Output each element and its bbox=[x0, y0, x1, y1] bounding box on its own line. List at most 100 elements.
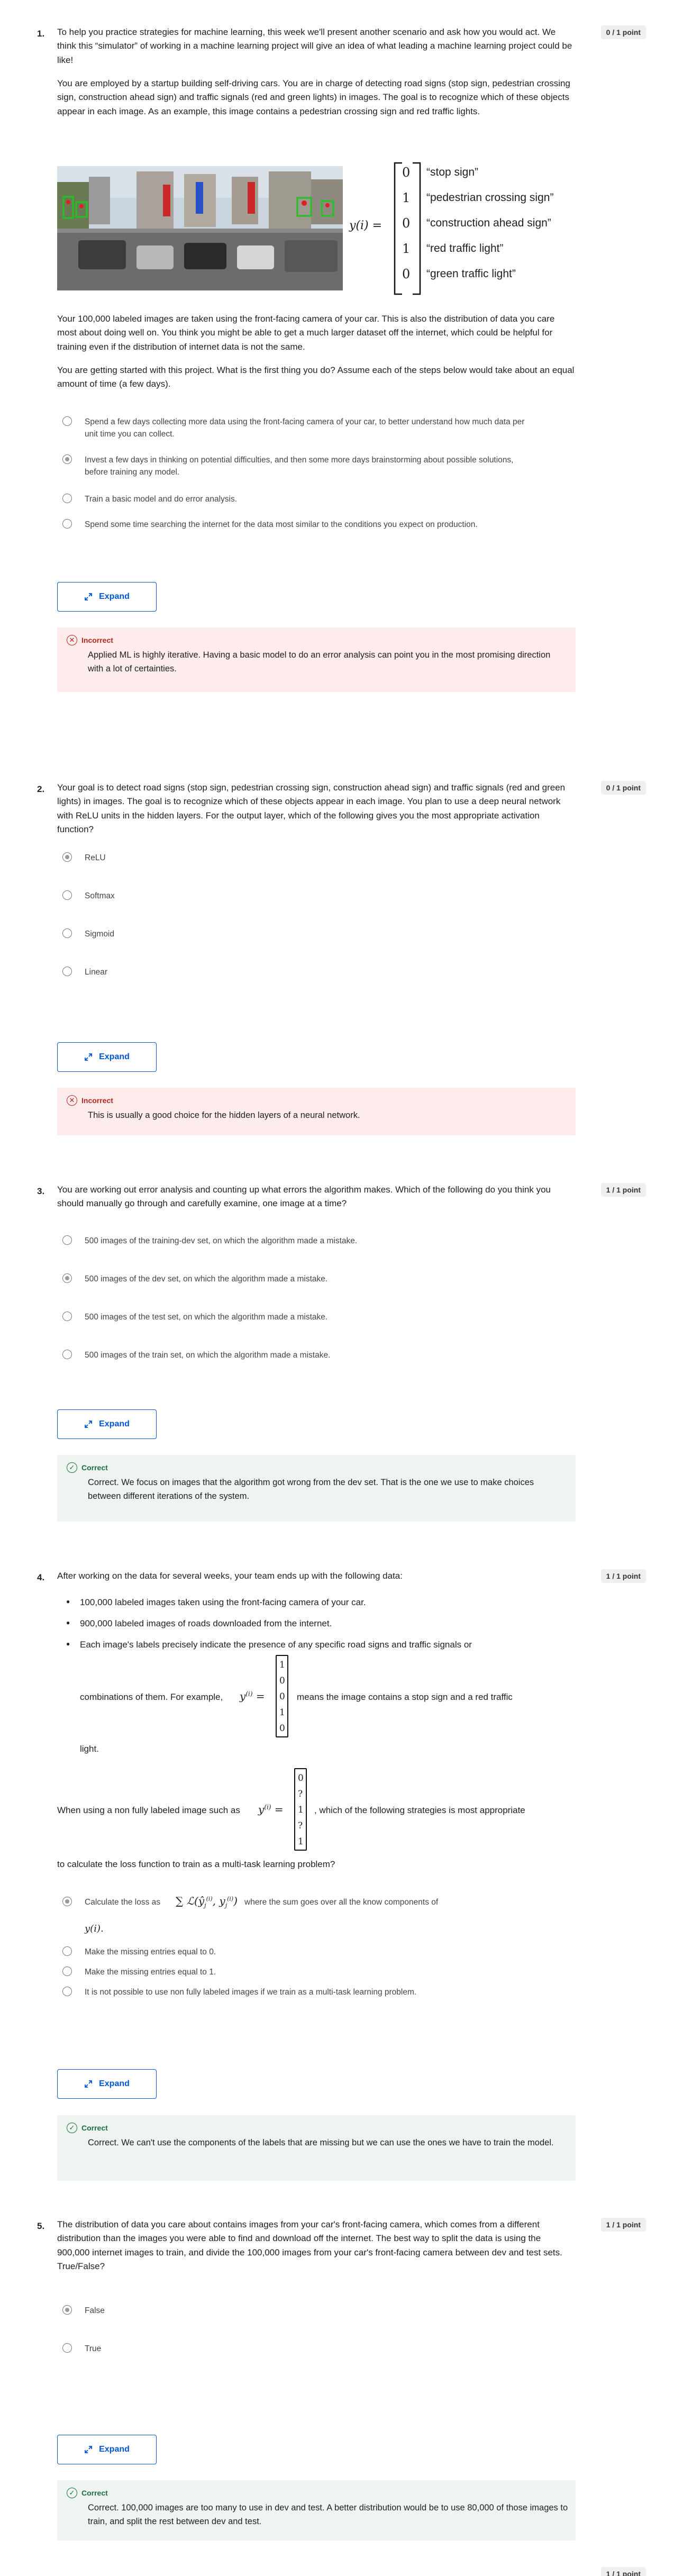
option-4[interactable]: Spend some time searching the internet f… bbox=[62, 518, 530, 531]
option-2[interactable]: Invest a few days in thinking on potenti… bbox=[62, 454, 530, 479]
question-number: 2. bbox=[37, 784, 45, 794]
radio-button[interactable] bbox=[62, 1967, 72, 1976]
usage-text-pre: When using a non fully labeled image suc… bbox=[57, 1805, 240, 1815]
option-1[interactable]: Spend a few days collecting more data us… bbox=[62, 416, 530, 441]
radio-button-selected[interactable] bbox=[62, 852, 72, 862]
task-text: You are getting started with this projec… bbox=[57, 365, 575, 389]
question-prompt: To help you practice strategies for mach… bbox=[57, 25, 576, 128]
example-line: combinations of them. For example, y(i) … bbox=[80, 1655, 582, 1740]
expand-button[interactable]: Expand bbox=[57, 2435, 157, 2464]
option-3[interactable]: 500 images of the test set, on which the… bbox=[62, 1311, 530, 1323]
question-number: 5. bbox=[37, 2221, 45, 2231]
feedback-status: Correct bbox=[81, 2124, 108, 2132]
radio-button[interactable] bbox=[62, 929, 72, 938]
option-label: Softmax bbox=[85, 891, 115, 900]
feedback-correct: ✓ Correct Correct. We can't use the comp… bbox=[57, 2115, 576, 2181]
radio-button-selected[interactable] bbox=[62, 2305, 72, 2315]
expand-label: Expand bbox=[99, 1419, 130, 1428]
option-2[interactable]: 500 images of the dev set, on which the … bbox=[62, 1273, 530, 1285]
vector-value: 1 bbox=[298, 1836, 304, 1847]
question-number: 4. bbox=[37, 1572, 45, 1582]
feedback-status: Correct bbox=[81, 2489, 108, 2497]
option-label: Calculate the loss as bbox=[85, 1898, 161, 1907]
feedback-incorrect: ✕ Incorrect Applied ML is highly iterati… bbox=[57, 627, 576, 692]
label-name: “green traffic light” bbox=[426, 268, 516, 280]
feedback-status: Correct bbox=[81, 1463, 108, 1472]
feedback-status: Incorrect bbox=[81, 636, 113, 644]
option-2[interactable]: Softmax bbox=[62, 890, 530, 902]
option-1[interactable]: ReLU bbox=[62, 852, 530, 864]
vector-value: 1 bbox=[279, 1660, 285, 1670]
expand-arrows-icon bbox=[85, 2080, 92, 2088]
option-1[interactable]: Calculate the loss as ∑ ℒ(ŷj(i), yj(i)) … bbox=[62, 1895, 530, 1938]
radio-button[interactable] bbox=[62, 519, 72, 529]
label-value: 0 bbox=[402, 216, 411, 231]
radio-button[interactable] bbox=[62, 1946, 72, 1956]
option-label: 500 images of the train set, on which th… bbox=[85, 1351, 331, 1360]
option-3[interactable]: Make the missing entries equal to 1. bbox=[62, 1966, 530, 1978]
question-prompt-continued: Your 100,000 labeled images are taken us… bbox=[57, 312, 576, 401]
vector-value: 0 bbox=[279, 1691, 285, 1702]
vector-value: 0 bbox=[279, 1723, 285, 1734]
usage-line: When using a non fully labeled image suc… bbox=[57, 1768, 586, 1853]
option-label: It is not possible to use non fully labe… bbox=[85, 1988, 417, 1997]
option-4[interactable]: 500 images of the train set, on which th… bbox=[62, 1349, 530, 1361]
radio-button-selected[interactable] bbox=[62, 454, 72, 464]
radio-button[interactable] bbox=[62, 416, 72, 426]
radio-button[interactable] bbox=[62, 1987, 72, 1996]
feedback-correct: ✓ Correct Correct. We focus on images th… bbox=[57, 1455, 576, 1522]
radio-button-selected[interactable] bbox=[62, 1897, 72, 1906]
radio-button[interactable] bbox=[62, 967, 72, 976]
radio-button[interactable] bbox=[62, 494, 72, 503]
expand-button[interactable]: Expand bbox=[57, 2069, 157, 2099]
option-3[interactable]: Sigmoid bbox=[62, 928, 530, 940]
expand-button[interactable]: Expand bbox=[57, 582, 157, 612]
option-label: ReLU bbox=[85, 853, 106, 862]
y-i-symbol: y(i) = bbox=[258, 1803, 284, 1816]
question-prompt: You are working out error analysis and c… bbox=[57, 1185, 551, 1209]
expand-button[interactable]: Expand bbox=[57, 1409, 157, 1439]
option-label: Make the missing entries equal to 1. bbox=[85, 1968, 216, 1977]
option-label: Spend some time searching the internet f… bbox=[85, 520, 478, 529]
expand-button[interactable]: Expand bbox=[57, 1042, 157, 1072]
option-4[interactable]: Linear bbox=[62, 966, 530, 978]
radio-button[interactable] bbox=[62, 2343, 72, 2353]
expand-arrows-icon bbox=[85, 1053, 92, 1061]
question-6: 1 / 1 point bbox=[0, 2567, 683, 2576]
option-2[interactable]: True bbox=[62, 2343, 530, 2355]
example-text-end: light. bbox=[80, 1744, 99, 1754]
data-list: ● 100,000 labeled images taken using the… bbox=[66, 1596, 569, 1659]
feedback-status: Incorrect bbox=[81, 1096, 113, 1105]
option-label: Linear bbox=[85, 968, 108, 977]
list-item: ● 100,000 labeled images taken using the… bbox=[66, 1597, 366, 1607]
option-label: Invest a few days in thinking on potenti… bbox=[85, 456, 514, 477]
label-name: “pedestrian crossing sign” bbox=[426, 192, 554, 204]
option-4[interactable]: It is not possible to use non fully labe… bbox=[62, 1986, 530, 1998]
option-1[interactable]: False bbox=[62, 2305, 530, 2317]
check-circle-icon: ✓ bbox=[67, 2123, 77, 2133]
vector-value: 0 bbox=[279, 1676, 285, 1686]
option-1[interactable]: 500 images of the training-dev set, on w… bbox=[62, 1235, 530, 1247]
vector-value: 0 bbox=[298, 1773, 304, 1783]
feedback-incorrect: ✕ Incorrect This is usually a good choic… bbox=[57, 1088, 576, 1135]
radio-button[interactable] bbox=[62, 1350, 72, 1359]
option-label: Sigmoid bbox=[85, 930, 114, 939]
option-3[interactable]: Train a basic model and do error analysi… bbox=[62, 493, 530, 505]
check-circle-icon: ✓ bbox=[67, 2488, 77, 2498]
check-circle-icon: ✓ bbox=[67, 1462, 77, 1473]
radio-button[interactable] bbox=[62, 890, 72, 900]
label-name: “construction ahead sign” bbox=[426, 217, 551, 229]
usage-text-2: to calculate the loss function to train … bbox=[57, 1859, 335, 1869]
quiz-page: 1. 0 / 1 point To help you practice stra… bbox=[0, 0, 683, 2576]
option-2[interactable]: Make the missing entries equal to 0. bbox=[62, 1946, 530, 1958]
label-equation: y(i) = bbox=[349, 219, 383, 232]
radio-button-selected[interactable] bbox=[62, 1273, 72, 1283]
expand-label: Expand bbox=[99, 2445, 130, 2454]
feedback-correct: ✓ Correct Correct. 100,000 images are to… bbox=[57, 2480, 576, 2541]
radio-button[interactable] bbox=[62, 1312, 72, 1321]
expand-arrows-icon bbox=[85, 2446, 92, 2453]
radio-button[interactable] bbox=[62, 1235, 72, 1245]
question-number: 1. bbox=[37, 29, 45, 39]
example-text-post: means the image contains a stop sign and… bbox=[297, 1692, 513, 1702]
feedback-text: Applied ML is highly iterative. Having a… bbox=[88, 650, 551, 673]
